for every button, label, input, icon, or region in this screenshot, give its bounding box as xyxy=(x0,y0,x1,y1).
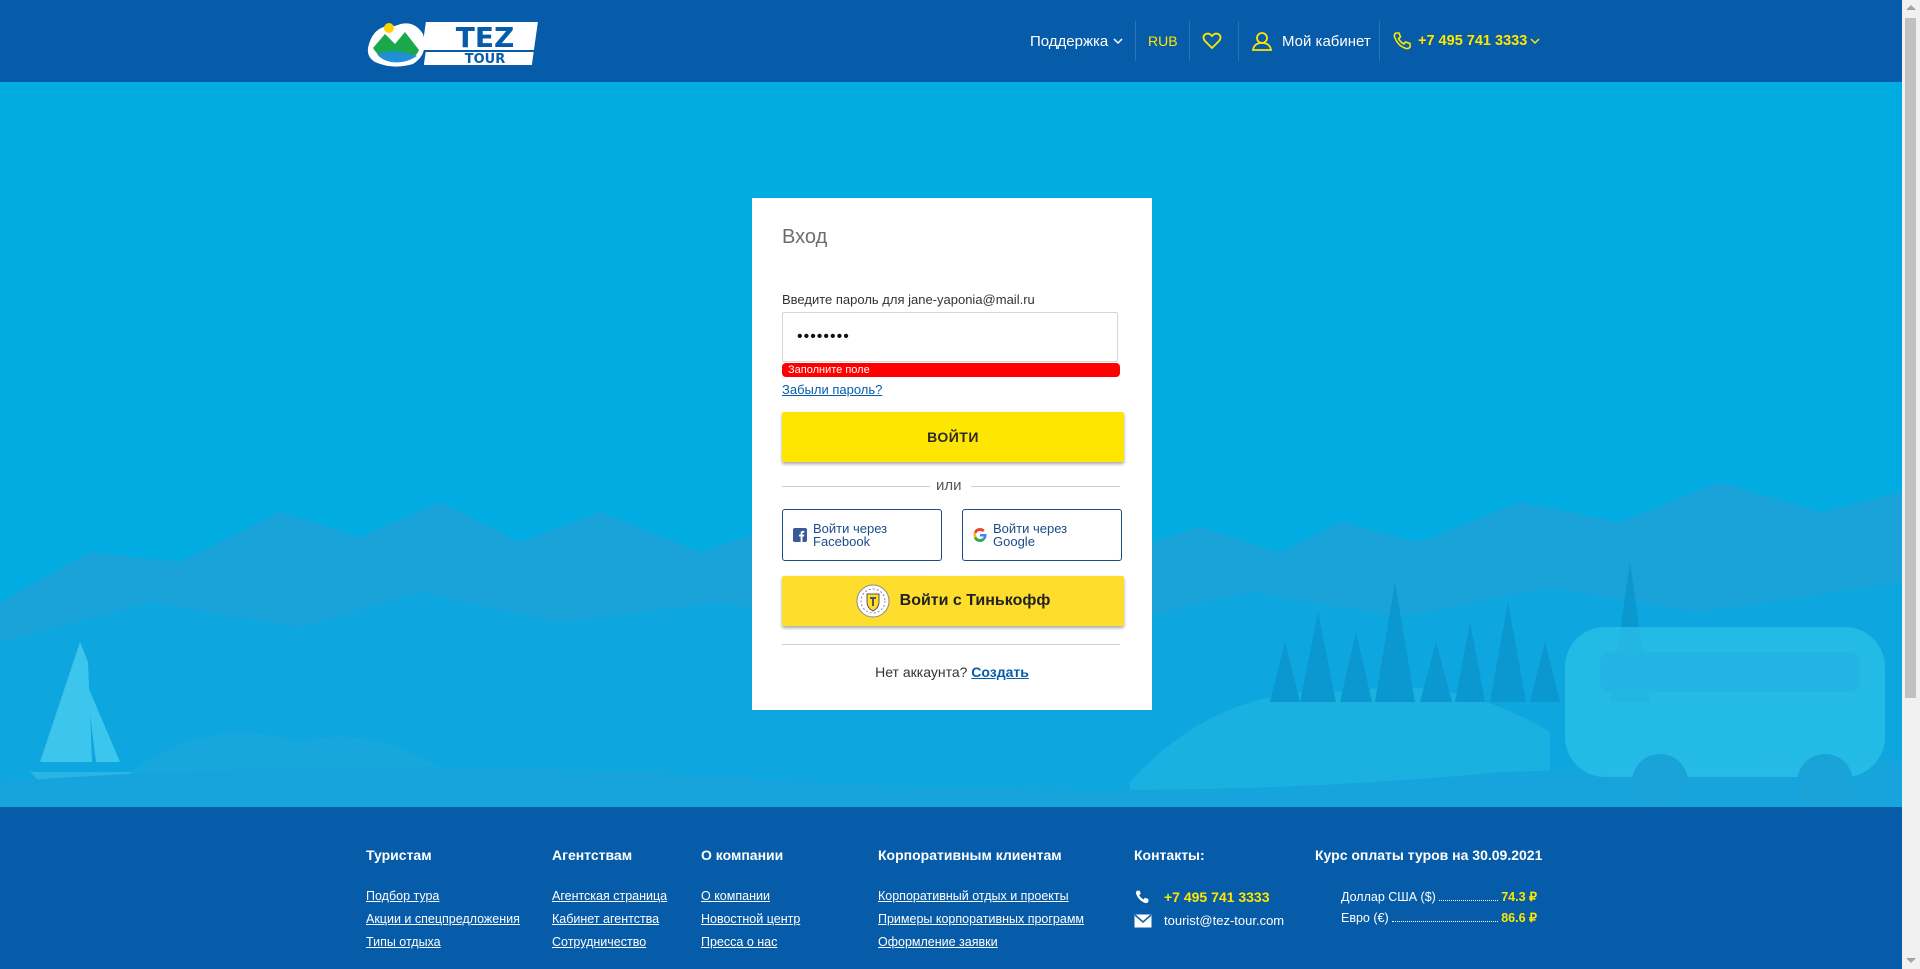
forgot-password-link[interactable]: Забыли пароль? xyxy=(782,382,882,397)
site-footer: Туристам Подбор тура Акции и спецпредлож… xyxy=(0,807,1902,969)
footer-column-rates: Курс оплаты туров на 30.09.2021 Доллар С… xyxy=(1315,847,1542,931)
login-card: Вход Введите пароль для jane-yaponia@mai… xyxy=(752,198,1152,710)
login-title: Вход xyxy=(782,226,828,248)
password-input[interactable] xyxy=(782,312,1118,362)
dotted-leader xyxy=(1438,900,1499,901)
facebook-icon xyxy=(793,528,807,542)
footer-column-corporate: Корпоративным клиентам Корпоративный отд… xyxy=(878,847,1084,958)
rate-row-usd: Доллар США ($) 74.3 ₽ xyxy=(1341,889,1537,904)
footer-column-agencies: Агентствам Агентская страница Кабинет аг… xyxy=(552,847,667,958)
footer-link[interactable]: Примеры корпоративных программ xyxy=(878,912,1084,926)
footer-phone-row[interactable]: +7 495 741 3333 xyxy=(1134,889,1284,905)
footer-email-row[interactable]: tourist@tez-tour.com xyxy=(1134,913,1284,928)
password-prompt: Введите пароль для jane-yaponia@mail.ru xyxy=(782,292,1035,307)
favorites-button[interactable] xyxy=(1202,0,1222,82)
divider-right xyxy=(971,486,1120,487)
no-account-row: Нет аккаунта? Создать xyxy=(752,664,1152,680)
rate-row-eur: Евро (€) 86.6 ₽ xyxy=(1341,910,1537,925)
facebook-login-label: Войти через Facebook xyxy=(813,521,888,549)
footer-link[interactable]: Типы отдыха xyxy=(366,935,520,949)
logo-text-top: TEZ xyxy=(456,21,515,54)
divider xyxy=(1135,21,1136,61)
rate-label: Евро (€) xyxy=(1341,911,1389,925)
footer-heading: О компании xyxy=(701,847,784,863)
footer-heading: Курс оплаты туров на 30.09.2021 xyxy=(1315,847,1543,863)
footer-link[interactable]: Сотрудничество xyxy=(552,935,667,949)
tez-tour-logo[interactable]: TEZ TOUR xyxy=(365,14,545,68)
phone-icon xyxy=(1135,890,1149,904)
footer-link[interactable]: Подбор тура xyxy=(366,889,520,903)
footer-link[interactable]: Оформление заявки xyxy=(878,935,1084,949)
heart-icon xyxy=(1202,32,1222,50)
currency-selector[interactable]: RUB xyxy=(1148,0,1178,82)
footer-phone: +7 495 741 3333 xyxy=(1164,889,1270,905)
footer-link[interactable]: Агентская страница xyxy=(552,889,667,903)
footer-link[interactable]: О компании xyxy=(701,889,800,903)
footer-heading: Туристам xyxy=(366,847,432,863)
rate-value: 74.3 ₽ xyxy=(1501,890,1537,904)
google-login-button[interactable]: Войти через Google xyxy=(962,509,1122,561)
scroll-down-icon[interactable] xyxy=(1906,958,1916,963)
footer-link[interactable]: Кабинет агентства xyxy=(552,912,667,926)
scrollbar-thumb[interactable] xyxy=(1905,18,1916,698)
footer-link[interactable]: Корпоративный отдых и проекты xyxy=(878,889,1084,903)
or-label: или xyxy=(936,477,962,494)
footer-heading: Контакты: xyxy=(1134,847,1205,863)
footer-link[interactable]: Пресса о нас xyxy=(701,935,800,949)
my-account-link[interactable]: Мой кабинет xyxy=(1251,0,1371,82)
account-label: Мой кабинет xyxy=(1282,32,1371,50)
facebook-login-button[interactable]: Войти через Facebook xyxy=(782,509,942,561)
scroll-up-icon[interactable] xyxy=(1906,5,1916,10)
tinkoff-login-button[interactable]: Войти с Тинькофф xyxy=(782,576,1124,626)
footer-link[interactable]: Новостной центр xyxy=(701,912,800,926)
footer-heading: Агентствам xyxy=(552,847,633,863)
create-account-link[interactable]: Создать xyxy=(971,664,1029,680)
error-tooltip: Заполните поле xyxy=(782,363,1120,377)
user-icon xyxy=(1251,32,1273,51)
support-label: Поддержка xyxy=(1030,32,1109,50)
rate-value: 86.6 ₽ xyxy=(1501,911,1537,925)
rate-label: Доллар США ($) xyxy=(1341,890,1436,904)
footer-link[interactable]: Акции и спецпредложения xyxy=(366,912,520,926)
google-icon xyxy=(973,528,987,542)
divider-left xyxy=(782,486,930,487)
support-menu[interactable]: Поддержка xyxy=(1030,0,1123,82)
footer-column-company: О компании О компании Новостной центр Пр… xyxy=(701,847,800,958)
chevron-down-icon xyxy=(1113,38,1123,45)
no-account-text: Нет аккаунта? xyxy=(875,664,968,680)
divider xyxy=(1238,21,1239,61)
divider xyxy=(1379,21,1380,61)
tinkoff-icon xyxy=(856,584,890,618)
currency-label: RUB xyxy=(1148,33,1178,49)
divider xyxy=(782,644,1120,645)
login-button[interactable]: ВОЙТИ xyxy=(782,412,1124,462)
phone-label: +7 495 741 3333 xyxy=(1418,33,1528,49)
mail-icon xyxy=(1134,913,1152,927)
divider xyxy=(1189,21,1190,61)
tinkoff-login-label: Войти с Тинькофф xyxy=(899,592,1051,609)
footer-heading: Корпоративным клиентам xyxy=(878,847,1062,863)
google-login-label: Войти через Google xyxy=(993,521,1068,549)
footer-column-tourists: Туристам Подбор тура Акции и спецпредлож… xyxy=(366,847,520,958)
site-header: TEZ TOUR Поддержка RUB Мой кабинет +7 49… xyxy=(0,0,1902,82)
dotted-leader xyxy=(1391,921,1499,922)
phone-icon xyxy=(1393,32,1411,50)
phone-menu[interactable]: +7 495 741 3333 xyxy=(1392,0,1540,82)
chevron-down-icon xyxy=(1530,38,1540,45)
logo-text-bottom: TOUR xyxy=(465,52,506,67)
footer-column-contacts: Контакты: +7 495 741 3333 tourist@tez-to… xyxy=(1134,847,1284,936)
footer-email: tourist@tez-tour.com xyxy=(1164,913,1285,928)
